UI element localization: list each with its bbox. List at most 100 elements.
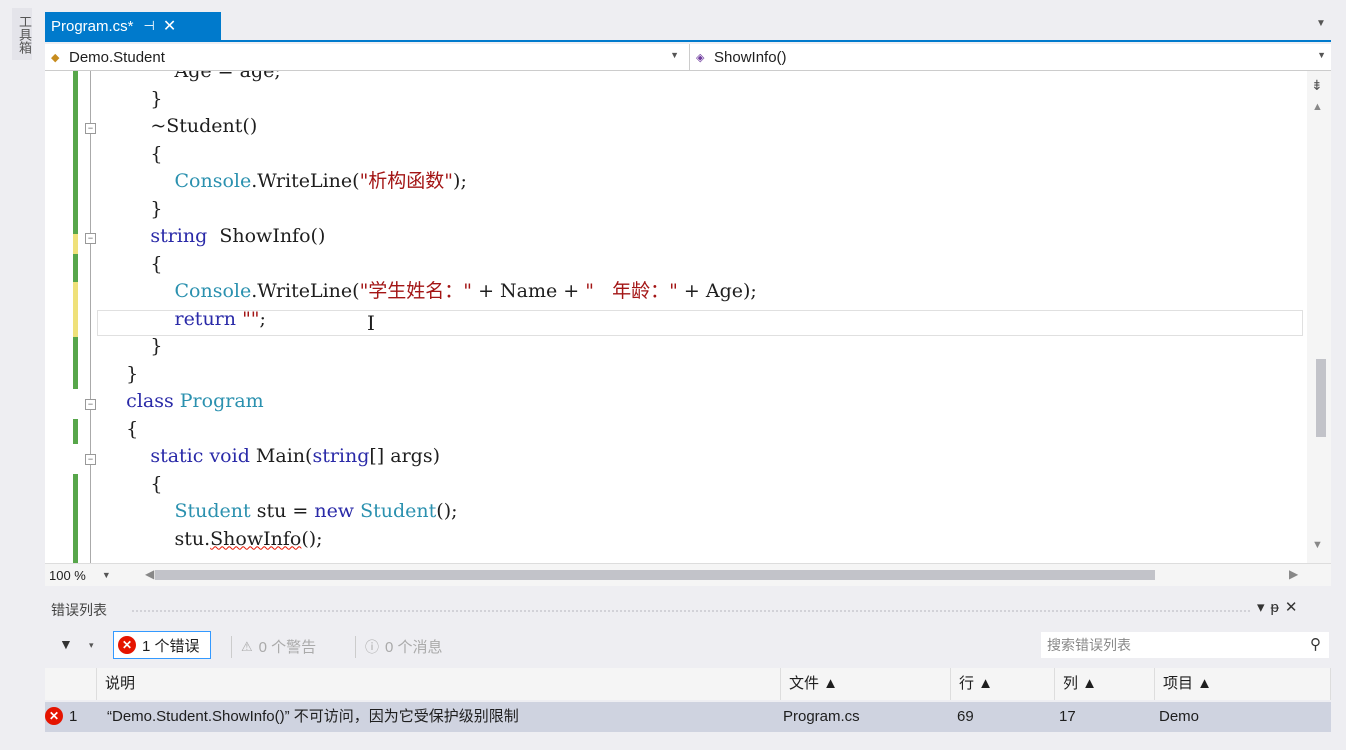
error-table: 说明 文件 ▲ 行 ▲ 列 ▲ 项目 ▲ ✕ 1 “Demo.Student.S… <box>45 668 1331 732</box>
code-line[interactable]: } <box>102 333 162 360</box>
collapse-icon[interactable]: − <box>85 454 96 465</box>
pin-icon[interactable]: ⊣ <box>144 18 155 34</box>
zoom-value: 100 % <box>49 567 86 583</box>
code-token: void <box>209 445 250 467</box>
search-icon[interactable]: ⚲ <box>1310 635 1321 653</box>
tab-accent-line <box>45 40 1331 42</box>
code-editor[interactable]: − − − − Age = age; } ~Student() { Consol… <box>45 71 1331 563</box>
code-token: } <box>150 87 163 110</box>
scroll-left-icon[interactable]: ◀ <box>145 567 154 581</box>
row-project: Demo <box>1159 708 1200 725</box>
info-icon: ⓘ <box>365 638 379 655</box>
code-line[interactable]: stu.ShowInfo(); <box>102 526 323 553</box>
vertical-scrollbar[interactable] <box>1307 71 1331 563</box>
type-dropdown[interactable]: ◆ Demo.Student ▼ <box>45 44 685 70</box>
error-icon: ✕ <box>118 636 136 654</box>
code-line[interactable]: { <box>102 471 162 498</box>
zoom-dropdown[interactable]: 100 % ▼ <box>45 564 133 586</box>
code-line[interactable]: { <box>102 251 162 278</box>
unsaved-change-bar <box>73 282 78 337</box>
saved-change-bar <box>73 419 78 444</box>
vertical-scroll-thumb[interactable] <box>1316 359 1326 437</box>
column-header-icon[interactable] <box>45 668 97 700</box>
toolbox-strip <box>0 0 42 750</box>
column-header-project[interactable]: 项目 ▲ <box>1155 668 1331 700</box>
code-line[interactable]: { <box>102 416 138 443</box>
code-token: + Age); <box>677 280 757 302</box>
code-line[interactable]: { <box>102 141 162 168</box>
code-line[interactable]: Age = age; <box>102 71 280 85</box>
warnings-toggle-button[interactable]: ⚠ 0 个警告 <box>241 636 316 657</box>
member-dropdown-label: ShowInfo() <box>714 48 787 66</box>
code-line[interactable]: string ShowInfo() <box>102 223 325 250</box>
code-line[interactable]: Console.WriteLine("析构函数"); <box>102 168 467 195</box>
collapse-icon[interactable]: − <box>85 233 96 244</box>
code-token: Console <box>174 170 252 192</box>
outline-guide <box>90 71 91 563</box>
code-token: string <box>312 445 370 467</box>
column-header-column[interactable]: 列 ▲ <box>1055 668 1155 700</box>
column-header-description[interactable]: 说明 <box>97 668 781 700</box>
messages-toggle-button[interactable]: ⓘ 0 个消息 <box>365 636 443 657</box>
code-token: { <box>126 417 139 440</box>
collapse-icon[interactable]: − <box>85 123 96 134</box>
chevron-down-icon[interactable]: ▾ <box>89 640 94 651</box>
scroll-up-icon[interactable]: ▲ <box>1312 101 1323 113</box>
horizontal-scroll-thumb[interactable] <box>155 570 1155 580</box>
row-file: Program.cs <box>783 708 860 725</box>
code-token: } <box>126 362 139 385</box>
code-token: ShowInfo() <box>207 225 326 247</box>
code-line[interactable]: } <box>102 361 138 388</box>
code-token: } <box>150 335 163 357</box>
toolbox-tab[interactable]: 工具箱 <box>12 8 32 60</box>
tab-overflow-dropdown-icon[interactable]: ▼ <box>1316 18 1330 32</box>
dropdown-icon[interactable]: ▾ <box>1257 599 1271 616</box>
column-header-line[interactable]: 行 ▲ <box>951 668 1055 700</box>
filter-icon[interactable]: ▼ <box>59 636 73 652</box>
code-line[interactable]: } <box>102 196 162 223</box>
code-token: Student <box>174 500 251 522</box>
error-search-input[interactable]: 搜索错误列表 ⚲ <box>1041 632 1329 658</box>
tab-title: Program.cs* <box>51 17 134 35</box>
editor-gutter <box>45 71 75 563</box>
code-token: ); <box>453 170 467 192</box>
split-icon[interactable]: ⇟ <box>1311 77 1323 94</box>
code-token: string <box>150 225 208 247</box>
scroll-right-icon[interactable]: ▶ <box>1289 567 1298 581</box>
tab-program-cs[interactable]: Program.cs* ⊣ ✕ <box>45 12 221 40</box>
member-dropdown[interactable]: ◈ ShowInfo() ▼ <box>689 44 1332 70</box>
separator <box>355 636 356 658</box>
code-token: (); <box>301 527 323 550</box>
code-line[interactable]: ~Student() <box>102 113 257 140</box>
pin-icon[interactable]: ᵽ <box>1271 599 1285 616</box>
current-line-highlight <box>97 310 1303 336</box>
code-line[interactable]: } <box>102 86 162 113</box>
error-icon: ✕ <box>45 707 63 725</box>
row-description: “Demo.Student.ShowInfo()” 不可访问，因为它受保护级别限… <box>107 708 519 725</box>
row-index: 1 <box>69 708 78 725</box>
close-icon[interactable]: ✕ <box>163 16 176 36</box>
code-token: { <box>150 252 163 275</box>
class-icon: ◆ <box>51 51 60 64</box>
code-token: stu = <box>250 500 315 522</box>
column-header-file[interactable]: 文件 ▲ <box>781 668 951 700</box>
code-token: ~Student() <box>150 115 258 137</box>
collapse-icon[interactable]: − <box>85 399 96 410</box>
code-line[interactable]: return ""; <box>102 306 265 333</box>
errors-toggle-button[interactable]: ✕ 1 个错误 <box>113 631 211 659</box>
panel-window-buttons: ▾ᵽ✕ <box>1257 598 1303 616</box>
code-token: .WriteLine( <box>251 170 360 192</box>
close-icon[interactable]: ✕ <box>1285 599 1304 616</box>
code-line[interactable]: static void Main(string[] args) <box>102 443 440 470</box>
code-line[interactable]: Console.WriteLine("学生姓名：" + Name + " 年龄：… <box>102 278 757 305</box>
code-line[interactable]: Student stu = new Student(); <box>102 498 457 525</box>
row-column: 17 <box>1059 708 1076 725</box>
code-line[interactable]: class Program <box>102 388 264 415</box>
scroll-down-icon[interactable]: ▼ <box>1312 539 1323 551</box>
